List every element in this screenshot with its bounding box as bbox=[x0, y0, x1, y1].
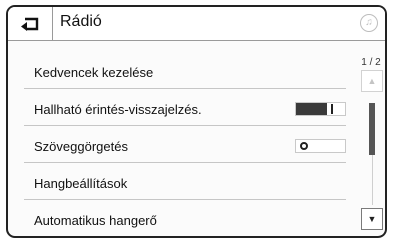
list-item-kedvencek[interactable]: Kedvencek kezelése bbox=[24, 52, 346, 89]
toggle-on-indicator bbox=[331, 104, 333, 114]
touch-feedback-toggle[interactable] bbox=[295, 102, 346, 116]
list-item-touch-feedback[interactable]: Hallható érintés-visszajelzés. bbox=[24, 89, 346, 126]
radio-settings-screen: Rádió ♫ Kedvencek kezelése Hallható érin… bbox=[6, 5, 387, 238]
page-title: Rádió bbox=[60, 13, 102, 30]
list-item-label: Szöveggörgetés bbox=[34, 139, 128, 154]
chevron-up-icon: ▲ bbox=[367, 76, 377, 86]
back-arrow-icon bbox=[21, 17, 39, 31]
scroll-up-button[interactable]: ▲ bbox=[361, 70, 383, 92]
toggle-fill bbox=[296, 103, 327, 115]
list-item-label: Hallható érintés-visszajelzés. bbox=[34, 102, 202, 117]
page-indicator: 1 / 2 bbox=[361, 57, 381, 68]
list-item-label: Kedvencek kezelése bbox=[34, 65, 154, 80]
list-item-label: Automatikus hangerő bbox=[34, 213, 157, 228]
list-item-label: Hangbeállítások bbox=[34, 176, 128, 191]
list-item-text-scroll[interactable]: Szöveggörgetés bbox=[24, 126, 346, 163]
music-note-icon[interactable]: ♫ bbox=[360, 14, 378, 32]
back-button[interactable] bbox=[8, 7, 53, 40]
list-item-sound-settings[interactable]: Hangbeállítások bbox=[24, 163, 346, 200]
text-scroll-toggle[interactable] bbox=[295, 139, 346, 153]
title-bar: Rádió ♫ bbox=[8, 7, 385, 41]
settings-list: Kedvencek kezelése Hallható érintés-viss… bbox=[24, 52, 346, 236]
chevron-down-icon: ▼ bbox=[367, 214, 377, 224]
scroll-down-button[interactable]: ▼ bbox=[361, 208, 383, 230]
list-item-auto-volume[interactable]: Automatikus hangerő bbox=[24, 200, 346, 236]
toggle-off-indicator bbox=[300, 142, 308, 150]
scrollbar-thumb[interactable] bbox=[369, 103, 375, 155]
